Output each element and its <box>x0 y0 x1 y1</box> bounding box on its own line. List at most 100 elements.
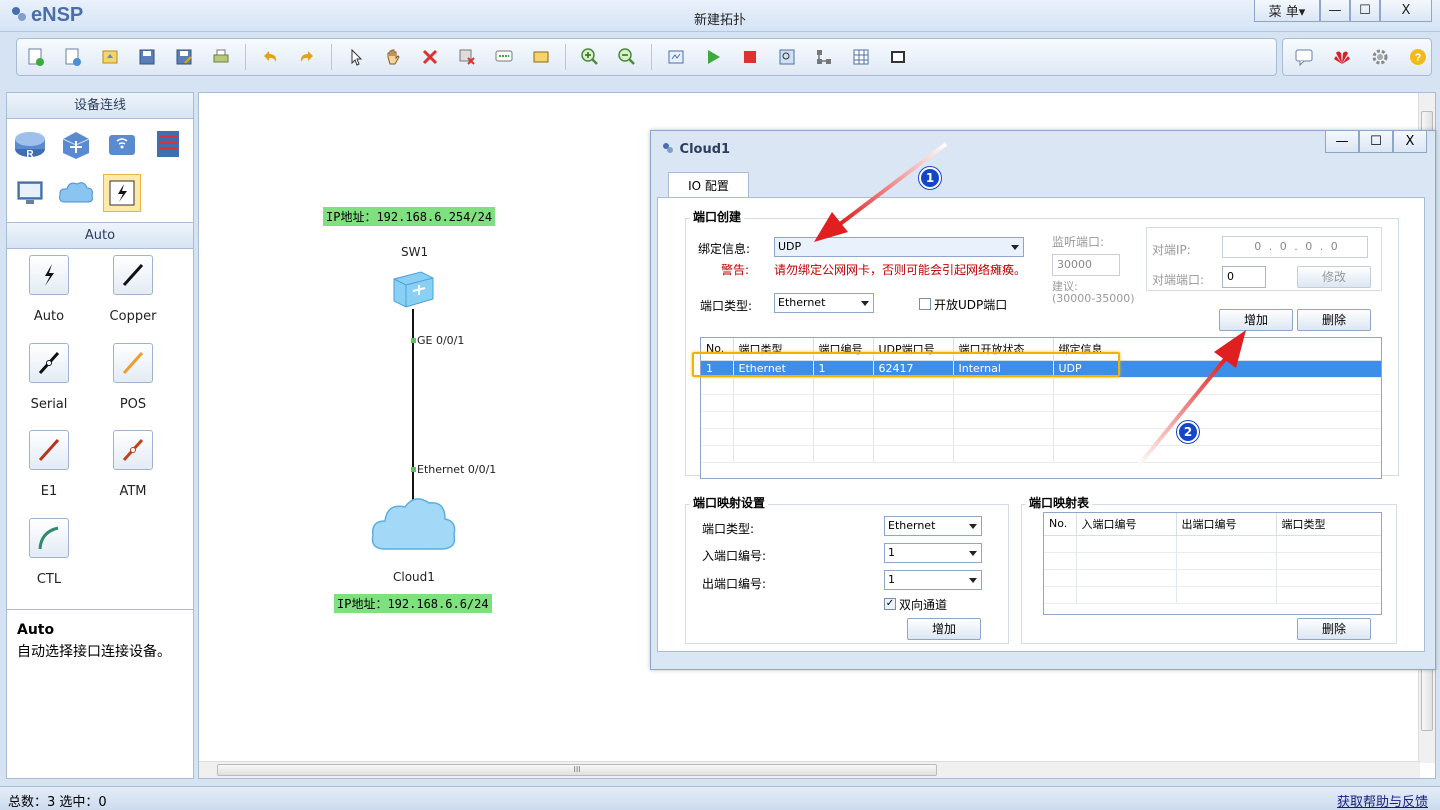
help-feedback-link[interactable]: 获取帮助与反馈 <box>1337 791 1428 810</box>
in-port-select[interactable]: 1 <box>884 543 982 563</box>
port-mapping-title: 端口映射设置 <box>690 493 769 513</box>
cable-auto[interactable]: Auto <box>7 255 91 337</box>
delete-icon[interactable] <box>417 44 443 70</box>
print-icon[interactable] <box>208 44 234 70</box>
zoom-out-icon[interactable] <box>614 44 640 70</box>
table-row-empty <box>701 428 1381 446</box>
mapping-type-select[interactable]: Ethernet <box>884 516 982 536</box>
peer-ip-input[interactable]: 0 . 0 . 0 . 0 <box>1222 236 1368 258</box>
dialog-title-text: Cloud1 <box>679 142 731 157</box>
horizontal-scroll-thumb[interactable]: III <box>217 764 937 776</box>
wlan-device-icon[interactable] <box>103 125 141 163</box>
dialog-close-button[interactable]: X <box>1393 131 1427 153</box>
table-header[interactable]: No. <box>1044 513 1077 536</box>
right-toolbar: ? <box>1282 38 1432 76</box>
capture-icon[interactable] <box>774 44 800 70</box>
cable-serial[interactable]: Serial <box>7 342 91 425</box>
hand-pan-icon[interactable] <box>380 44 406 70</box>
chevron-down-icon <box>969 578 977 583</box>
bidirectional-checkbox[interactable]: ✓ <box>884 598 896 610</box>
table-header[interactable]: 入端口编号 <box>1076 513 1177 536</box>
dialog-maximize-button[interactable]: ☐ <box>1359 131 1393 153</box>
save-icon[interactable] <box>134 44 160 70</box>
text-annotation-icon[interactable] <box>491 44 517 70</box>
cloud-device-icon[interactable] <box>57 174 95 212</box>
step-marker-1: 1 <box>919 167 941 189</box>
io-config-pane: 端口创建 绑定信息: UDP 警告: 请勿绑定公网网卡，否则可能会引起网络瘫痪。… <box>657 197 1425 652</box>
select-pointer-icon[interactable] <box>343 44 369 70</box>
port-type-select[interactable]: Ethernet <box>774 293 874 313</box>
cloud1-dialog: Cloud1 — ☐ X IO 配置 端口创建 绑定信息: UDP 警告: 请勿… <box>650 130 1436 670</box>
tab-io-config[interactable]: IO 配置 <box>668 172 749 198</box>
grid-icon[interactable] <box>848 44 874 70</box>
table-header[interactable]: 出端口编号 <box>1176 513 1277 536</box>
redo-icon[interactable] <box>294 44 320 70</box>
listen-port-input[interactable]: 30000 <box>1052 254 1120 276</box>
start-all-icon[interactable] <box>700 44 726 70</box>
mapping-add-button[interactable]: 增加 <box>907 618 981 640</box>
huawei-logo-icon[interactable] <box>1329 44 1354 70</box>
auto-cable-icon <box>29 255 69 295</box>
switch-icon <box>393 271 434 308</box>
new-topology-icon[interactable] <box>23 44 49 70</box>
red-arrow-1 <box>814 142 948 242</box>
zoom-in-icon[interactable] <box>577 44 603 70</box>
status-counts: 总数：3 选中：0 <box>8 795 107 810</box>
chat-icon[interactable] <box>1291 44 1316 70</box>
open-udp-checkbox[interactable] <box>919 298 931 310</box>
stop-all-icon[interactable] <box>737 44 763 70</box>
pc-device-icon[interactable] <box>11 174 49 212</box>
out-port-select[interactable]: 1 <box>884 570 982 590</box>
new-example-icon[interactable] <box>60 44 86 70</box>
auto-connection-device-icon[interactable] <box>103 173 141 212</box>
ctl-cable-icon <box>29 517 69 558</box>
cable-pos[interactable]: POS <box>91 342 175 425</box>
mapping-delete-button[interactable]: 删除 <box>1297 618 1371 640</box>
port-dot <box>411 338 416 343</box>
undo-icon[interactable] <box>257 44 283 70</box>
help-icon[interactable]: ? <box>1406 44 1431 70</box>
horizontal-scrollbar[interactable]: III <box>199 761 1420 778</box>
save-as-icon[interactable] <box>171 44 197 70</box>
open-icon[interactable] <box>97 44 123 70</box>
out-port-value: 1 <box>888 573 895 586</box>
dialog-minimize-button[interactable]: — <box>1325 131 1359 153</box>
bind-info-label: 绑定信息: <box>698 242 751 256</box>
close-button[interactable]: X <box>1380 0 1432 22</box>
menu-button[interactable]: 菜 单▾ <box>1254 0 1320 22</box>
table-row-empty <box>1044 586 1381 604</box>
cable-atm[interactable]: ATM <box>91 430 175 512</box>
bind-info-value: UDP <box>778 240 802 253</box>
sw1-ip-label: IP地址：192.168.6.254/24 <box>323 207 496 226</box>
router-device-icon[interactable]: R <box>11 125 49 163</box>
minimize-button[interactable]: — <box>1320 0 1350 22</box>
cable-grid: Auto Copper Serial POS E1 ATM CTL <box>7 249 193 599</box>
chevron-down-icon <box>861 301 869 306</box>
sw1-switch-node[interactable] <box>391 269 435 314</box>
firewall-device-icon[interactable] <box>149 125 187 163</box>
peer-port-input[interactable]: 0 <box>1222 266 1266 288</box>
palette-icon[interactable] <box>528 44 554 70</box>
delete-port-button[interactable]: 删除 <box>1297 309 1371 331</box>
modify-button[interactable]: 修改 <box>1297 266 1371 288</box>
cloud1-node[interactable] <box>369 489 457 564</box>
fit-view-icon[interactable] <box>663 44 689 70</box>
maximize-button[interactable]: ☐ <box>1350 0 1380 22</box>
settings-gear-icon[interactable] <box>1368 44 1393 70</box>
in-port-value: 1 <box>888 546 895 559</box>
screenshot-icon[interactable] <box>885 44 911 70</box>
main-toolbar <box>16 38 1277 76</box>
cable-ctl[interactable]: CTL <box>7 517 91 600</box>
switch-device-icon[interactable] <box>57 125 95 163</box>
title-bar: eNSP 新建拓扑 菜 单▾ — ☐ X <box>0 0 1440 32</box>
topology-icon[interactable] <box>811 44 837 70</box>
cloud1-name-label: Cloud1 <box>393 570 435 584</box>
cable-copper[interactable]: Copper <box>91 255 175 337</box>
cable-e1[interactable]: E1 <box>7 430 91 512</box>
table-header[interactable]: 端口类型 <box>1276 513 1381 536</box>
table-row-empty <box>701 377 1381 395</box>
in-port-label: 入端口编号: <box>702 549 767 563</box>
cable-label: CTL <box>36 571 62 587</box>
port-type-value: Ethernet <box>778 296 826 309</box>
delete-connections-icon[interactable] <box>454 44 480 70</box>
